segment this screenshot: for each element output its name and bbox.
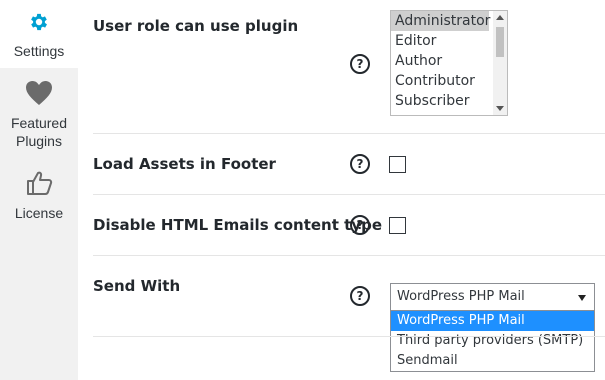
send-with-option-php-mail[interactable]: WordPress PHP Mail <box>391 311 594 331</box>
divider <box>93 194 605 195</box>
divider <box>93 336 605 337</box>
scroll-down-arrow-icon[interactable] <box>496 106 504 111</box>
sidebar: Settings Featured Plugins License <box>0 0 78 380</box>
user-role-option-subscriber[interactable]: Subscriber <box>391 91 507 111</box>
load-assets-label: Load Assets in Footer <box>93 155 276 173</box>
user-role-label: User role can use plugin <box>93 17 299 35</box>
send-with-option-sendmail[interactable]: Sendmail <box>391 351 594 371</box>
help-icon[interactable]: ? <box>350 154 370 174</box>
disable-html-checkbox[interactable] <box>389 217 406 234</box>
scroll-up-arrow-icon[interactable] <box>496 15 504 20</box>
help-icon[interactable]: ? <box>350 54 370 74</box>
sidebar-item-label-line2: Plugins <box>16 133 62 149</box>
sidebar-item-label-line1: Featured <box>10 115 68 131</box>
listbox-scrollbar[interactable] <box>493 11 507 115</box>
help-glyph: ? <box>356 57 364 71</box>
user-role-option-contributor[interactable]: Contributor <box>391 71 507 91</box>
settings-form: User role can use plugin ? Administrator… <box>78 0 605 380</box>
chevron-down-icon <box>578 295 586 301</box>
send-with-select[interactable]: WordPress PHP Mail <box>390 283 595 311</box>
gear-icon <box>31 13 47 31</box>
sidebar-item-label: Settings <box>13 43 65 59</box>
send-with-dropdown: WordPress PHP Mail Third party providers… <box>390 310 595 372</box>
disable-html-label: Disable HTML Emails content type <box>93 216 382 234</box>
load-assets-checkbox[interactable] <box>389 156 406 173</box>
user-role-option-editor[interactable]: Editor <box>391 31 507 51</box>
help-glyph: ? <box>356 157 364 171</box>
send-with-value: WordPress PHP Mail <box>397 289 525 304</box>
user-role-listbox[interactable]: Administrator Editor Author Contributor … <box>390 10 508 116</box>
thumbs-up-icon <box>27 171 53 195</box>
sidebar-item-label: License <box>14 205 64 221</box>
send-with-option-smtp[interactable]: Third party providers (SMTP) <box>391 331 594 351</box>
help-glyph: ? <box>356 218 364 232</box>
divider <box>93 133 605 134</box>
sidebar-item-featured-plugins[interactable]: Featured Plugins <box>0 80 78 150</box>
user-role-option-author[interactable]: Author <box>391 51 507 71</box>
send-with-label: Send With <box>93 277 181 295</box>
help-icon[interactable]: ? <box>350 286 370 306</box>
help-icon[interactable]: ? <box>350 215 370 235</box>
scroll-thumb[interactable] <box>496 27 504 57</box>
help-glyph: ? <box>356 289 364 303</box>
sidebar-item-license[interactable]: License <box>0 170 78 222</box>
sidebar-item-settings[interactable]: Settings <box>0 0 78 68</box>
divider <box>93 255 605 256</box>
heart-icon <box>26 81 52 105</box>
user-role-option-administrator[interactable]: Administrator <box>391 11 490 31</box>
